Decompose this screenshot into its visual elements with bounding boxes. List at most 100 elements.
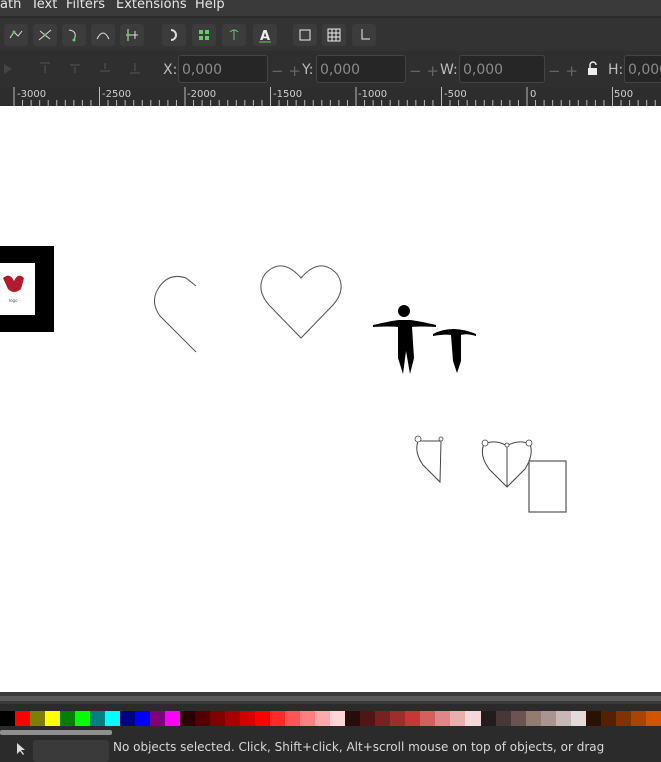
ruler-label: 500 — [614, 89, 634, 100]
color-swatch[interactable] — [180, 711, 196, 726]
lower-icon — [100, 63, 110, 72]
w-field[interactable]: 0,000 — [459, 55, 545, 83]
color-swatch[interactable] — [345, 711, 361, 726]
color-swatch[interactable] — [495, 711, 511, 726]
menu-help[interactable]: Help — [195, 0, 225, 11]
stroke-to-path-button[interactable] — [192, 24, 216, 46]
y-stepper[interactable]: − + — [409, 62, 439, 80]
color-swatch[interactable] — [375, 711, 391, 726]
color-swatch[interactable] — [105, 711, 121, 726]
color-swatch[interactable] — [570, 711, 586, 726]
color-swatch[interactable] — [420, 711, 436, 726]
color-swatch[interactable] — [465, 711, 481, 726]
color-swatch[interactable] — [90, 711, 106, 726]
half-heart-shape[interactable] — [154, 275, 197, 353]
x-field[interactable]: 0,000 — [178, 55, 268, 83]
framed-logo-image[interactable]: logo — [0, 246, 54, 332]
show-handles-button[interactable] — [322, 24, 346, 46]
color-swatch[interactable] — [510, 711, 526, 726]
object-to-path-button[interactable] — [162, 24, 186, 46]
color-swatch[interactable] — [615, 711, 631, 726]
color-swatch[interactable] — [270, 711, 286, 726]
color-swatch[interactable] — [0, 711, 16, 726]
edit-mask-button[interactable]: A — [253, 24, 277, 46]
show-bbox-button[interactable] — [293, 24, 317, 46]
color-swatch[interactable] — [135, 711, 151, 726]
node-symmetric-button[interactable] — [120, 24, 144, 46]
node-symmetric-icon — [126, 29, 138, 41]
node-cusp-button[interactable] — [62, 24, 86, 46]
status-bar: No objects selected. Click, Shift+click,… — [0, 738, 661, 762]
color-swatch[interactable] — [645, 711, 661, 726]
edit-clip-button[interactable] — [222, 24, 246, 46]
show-outline-button[interactable] — [352, 24, 376, 46]
color-swatch[interactable] — [480, 711, 496, 726]
node-smooth-icon — [96, 32, 110, 40]
node-smooth-button[interactable] — [91, 24, 115, 46]
ruler-label: -2000 — [187, 89, 217, 100]
heart-shape[interactable] — [260, 265, 342, 339]
color-swatch[interactable] — [60, 711, 76, 726]
color-swatch[interactable] — [405, 711, 421, 726]
h-field[interactable]: 0,000 — [624, 55, 661, 83]
color-swatch[interactable] — [195, 711, 211, 726]
layer-selector[interactable] — [33, 740, 109, 762]
color-swatch[interactable] — [390, 711, 406, 726]
heart-with-nodes[interactable] — [481, 439, 533, 488]
x-stepper[interactable]: − + — [271, 62, 301, 80]
selection-arrow-icon — [17, 743, 25, 755]
color-swatch[interactable] — [330, 711, 346, 726]
color-swatch[interactable] — [300, 711, 316, 726]
drawing-canvas[interactable]: logo — [0, 106, 661, 692]
color-swatch[interactable] — [450, 711, 466, 726]
color-swatch[interactable] — [600, 711, 616, 726]
break-path-icon — [9, 30, 23, 39]
color-swatch[interactable] — [540, 711, 556, 726]
y-field[interactable]: 0,000 — [316, 55, 406, 83]
y-label: Y: — [302, 62, 314, 78]
delete-segment-button[interactable] — [33, 24, 57, 46]
ruler-label: -3000 — [17, 89, 47, 100]
color-swatch[interactable] — [285, 711, 301, 726]
menu-path[interactable]: ath — [0, 0, 21, 11]
color-swatch[interactable] — [525, 711, 541, 726]
raise-icon — [70, 64, 80, 73]
h-label: H: — [608, 62, 624, 78]
color-swatch[interactable] — [30, 711, 46, 726]
color-swatch[interactable] — [585, 711, 601, 726]
color-swatch[interactable] — [165, 711, 181, 726]
color-swatch[interactable] — [315, 711, 331, 726]
w-stepper[interactable]: − + — [548, 62, 578, 80]
color-palette[interactable] — [0, 711, 661, 726]
standing-figure-shape[interactable] — [373, 305, 476, 374]
menu-bar: ath Text Filters Extensions Help — [0, 0, 661, 16]
menu-filters[interactable]: Filters — [66, 0, 105, 11]
text-a-icon: A — [259, 29, 271, 43]
rectangle-shape[interactable] — [528, 460, 567, 513]
ruler-label: 0 — [530, 89, 537, 100]
color-swatch[interactable] — [630, 711, 646, 726]
half-heart-with-nodes[interactable] — [414, 435, 444, 484]
delete-segment-icon — [38, 29, 52, 41]
color-swatch[interactable] — [15, 711, 31, 726]
palette-scrollbar[interactable] — [0, 730, 112, 735]
color-swatch[interactable] — [210, 711, 226, 726]
arrow-right-icon — [4, 64, 12, 74]
menu-text[interactable]: Text — [31, 0, 57, 11]
color-swatch[interactable] — [150, 711, 166, 726]
color-swatch[interactable] — [255, 711, 271, 726]
status-message: No objects selected. Click, Shift+click,… — [113, 740, 605, 754]
color-swatch[interactable] — [240, 711, 256, 726]
menu-extensions[interactable]: Extensions — [116, 0, 187, 11]
color-swatch[interactable] — [555, 711, 571, 726]
lock-icon[interactable] — [586, 61, 600, 77]
color-swatch[interactable] — [435, 711, 451, 726]
color-swatch[interactable] — [120, 711, 136, 726]
horizontal-ruler[interactable]: -3000 -2500 -2000 -1500 -1000 -500 0 500 — [0, 87, 661, 107]
color-swatch[interactable] — [75, 711, 91, 726]
color-swatch[interactable] — [360, 711, 376, 726]
color-swatch[interactable] — [45, 711, 61, 726]
break-path-button[interactable] — [4, 24, 28, 46]
color-swatch[interactable] — [225, 711, 241, 726]
ruler-ticks — [13, 87, 656, 106]
